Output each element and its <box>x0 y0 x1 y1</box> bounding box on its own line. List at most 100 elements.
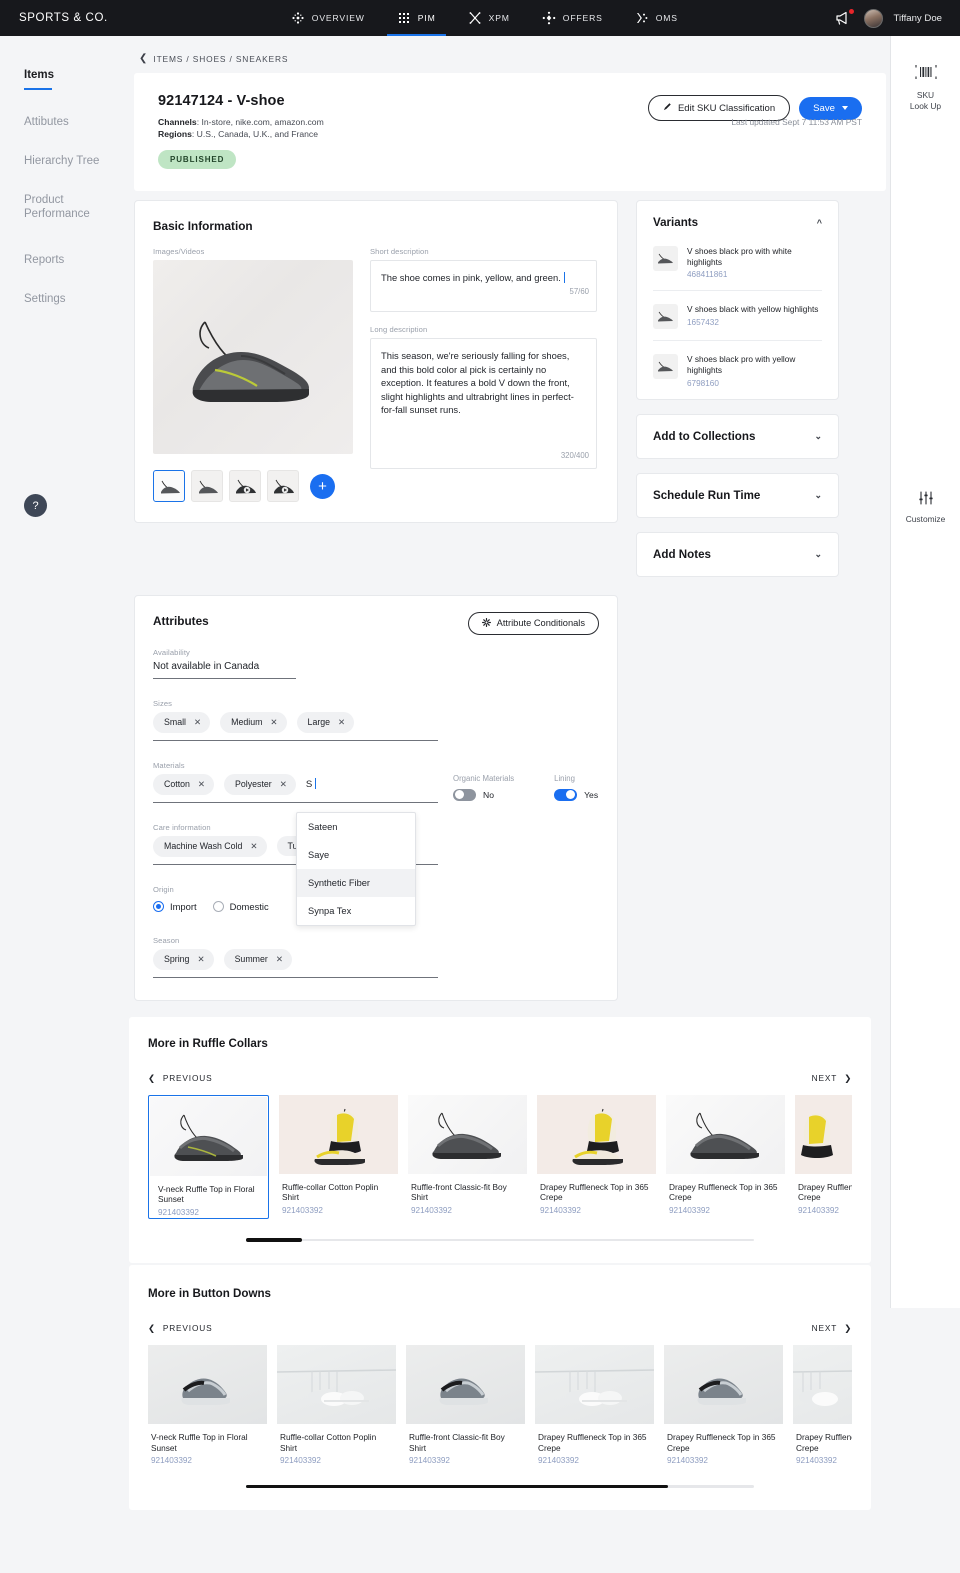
sku-lookup-button[interactable]: SKU Look Up <box>891 63 960 111</box>
sidebar-item-attributes[interactable]: Attibutes <box>0 115 130 129</box>
carousel-scrollbar[interactable] <box>246 1238 754 1242</box>
carousel-previous-button[interactable]: ❮ PREVIOUS <box>148 1073 213 1083</box>
materials-search-input[interactable]: S <box>306 778 317 790</box>
carousel-scrollbar[interactable] <box>246 1484 754 1489</box>
radio-import[interactable]: Import <box>153 900 197 912</box>
variant-row[interactable]: V shoes black with yellow highlights 165… <box>653 302 822 342</box>
chip-season[interactable]: Spring ✕ <box>153 948 214 970</box>
gear-icon <box>481 617 491 629</box>
right-utility-rail: SKU Look Up Customize <box>890 36 960 1308</box>
chevron-down-icon[interactable]: ⌄ <box>814 549 822 560</box>
sidebar-item-reports[interactable]: Reports <box>0 253 130 267</box>
chip-remove-icon[interactable]: ✕ <box>194 717 201 728</box>
thumbnail-1[interactable] <box>153 470 185 503</box>
help-button[interactable]: ? <box>24 494 47 517</box>
carousel-title: More in Ruffle Collars <box>148 1036 268 1050</box>
product-card-name: Drapey Ruffleneck Top in 365 Crepe <box>796 1432 852 1453</box>
chip-remove-icon[interactable]: ✕ <box>270 717 277 728</box>
sidebar-item-product-performance[interactable]: Product Performance <box>0 193 90 221</box>
carousel-scrollbar-thumb[interactable] <box>246 1484 668 1489</box>
product-card[interactable]: Drapey Ruffleneck Top in 365 Crepe 92140… <box>535 1345 654 1465</box>
carousel-previous-button[interactable]: ❮ PREVIOUS <box>148 1323 213 1333</box>
chip-size[interactable]: Small ✕ <box>153 711 211 733</box>
nav-tab-overview[interactable]: OVERVIEW <box>275 0 381 36</box>
availability-value[interactable]: Not available in Canada <box>153 661 597 678</box>
chip-season[interactable]: Summer ✕ <box>223 948 292 970</box>
chip-remove-icon[interactable]: ✕ <box>338 717 345 728</box>
variant-sku: 468411861 <box>687 270 728 280</box>
nav-tab-xpm[interactable]: XPM <box>452 0 526 36</box>
chevron-down-icon[interactable]: ⌄ <box>814 431 822 442</box>
add-to-collections-header[interactable]: Add to Collections ⌄ <box>637 415 838 458</box>
dropdown-option-sateen[interactable]: Sateen <box>297 813 415 841</box>
product-card[interactable]: V-neck Ruffle Top in Floral Sunset 92140… <box>148 1094 269 1219</box>
product-image <box>277 1345 396 1425</box>
schedule-run-time-panel[interactable]: Schedule Run Time ⌄ <box>636 472 839 518</box>
long-description-field[interactable]: This season, we're seriously falling for… <box>370 338 597 470</box>
nav-tab-pim[interactable]: PIM <box>381 0 452 36</box>
carousel-next-button[interactable]: NEXT ❯ <box>812 1323 852 1333</box>
chevron-up-icon[interactable]: ^ <box>817 218 822 228</box>
chip-size[interactable]: Large ✕ <box>296 711 355 733</box>
nav-tab-oms[interactable]: OMS <box>619 0 694 36</box>
product-card-name: Drapey Ruffleneck Top in 365 Crepe <box>667 1432 776 1453</box>
chip-material[interactable]: Polyester ✕ <box>224 773 296 795</box>
thumbnail-strip: + <box>153 470 353 503</box>
carousel-next-button[interactable]: NEXT ❯ <box>812 1073 852 1083</box>
chip-material[interactable]: Cotton ✕ <box>153 773 215 795</box>
customize-button[interactable]: Customize <box>891 491 960 525</box>
nav-tab-offers[interactable]: OFFERS <box>526 0 619 36</box>
product-card-sku: 921403392 <box>538 1456 579 1466</box>
dropdown-option-synthetic-fiber[interactable]: Synthetic Fiber <box>297 868 415 897</box>
thumbnail-4-video[interactable] <box>267 470 299 503</box>
sliders-icon <box>917 491 935 509</box>
add-to-collections-panel[interactable]: Add to Collections ⌄ <box>636 413 839 459</box>
product-card[interactable]: Drapey Ruffleneck Top in 365 Crepe 92140… <box>537 1094 656 1219</box>
schedule-run-time-header[interactable]: Schedule Run Time ⌄ <box>637 474 838 517</box>
add-notes-header[interactable]: Add Notes ⌄ <box>637 533 838 576</box>
radio-domestic[interactable]: Domestic <box>212 900 269 912</box>
product-card[interactable]: Drapey Ruffleneck Top in 365 Crepe 92140… <box>795 1094 852 1219</box>
chip-remove-icon[interactable]: ✕ <box>197 954 204 965</box>
variants-panel: Variants ^ V shoes black pro with white … <box>636 200 839 400</box>
avatar[interactable] <box>864 8 884 28</box>
carousel-scrollbar-thumb[interactable] <box>246 1238 302 1242</box>
sidebar-item-settings[interactable]: Settings <box>0 292 130 306</box>
dropdown-option-saye[interactable]: Saye <box>297 841 415 869</box>
product-card[interactable]: Drapey Ruffleneck Top in 365 Crepe 92140… <box>664 1345 783 1465</box>
short-description-field[interactable]: The shoe comes in pink, yellow, and gree… <box>370 260 597 313</box>
lining-toggle[interactable] <box>554 788 578 801</box>
product-card[interactable]: Ruffle-collar Cotton Poplin Shirt 921403… <box>277 1345 396 1465</box>
main-product-image[interactable] <box>153 260 353 455</box>
thumbnail-3-video[interactable] <box>229 470 261 503</box>
product-card[interactable]: Ruffle-front Classic-fit Boy Shirt 92140… <box>406 1345 525 1465</box>
thumbnail-2[interactable] <box>191 470 223 503</box>
variant-row[interactable]: V shoes black pro with yellow highlights… <box>653 352 822 391</box>
variant-row[interactable]: V shoes black pro with white highlights … <box>653 244 822 292</box>
add-media-button[interactable]: + <box>310 473 335 499</box>
chevron-left-icon[interactable]: ❮ <box>139 53 147 64</box>
organic-materials-toggle[interactable] <box>453 788 476 801</box>
brand-logo[interactable]: SPORTS & CO. <box>19 12 108 24</box>
chip-remove-icon[interactable]: ✕ <box>198 779 205 790</box>
product-card[interactable]: Ruffle-collar Cotton Poplin Shirt 921403… <box>279 1094 398 1219</box>
product-card[interactable]: V-neck Ruffle Top in Floral Sunset 92140… <box>148 1345 267 1465</box>
sidebar-item-items[interactable]: Items <box>0 68 130 82</box>
add-notes-panel[interactable]: Add Notes ⌄ <box>636 531 839 577</box>
chip-care[interactable]: Machine Wash Cold ✕ <box>153 835 267 857</box>
chip-remove-icon[interactable]: ✕ <box>276 954 283 965</box>
chip-remove-icon[interactable]: ✕ <box>250 841 257 852</box>
chevron-down-icon[interactable]: ⌄ <box>814 490 822 501</box>
chip-remove-icon[interactable]: ✕ <box>280 779 287 790</box>
megaphone-icon[interactable] <box>834 9 855 26</box>
chip-size[interactable]: Medium ✕ <box>220 711 287 733</box>
product-card[interactable]: Ruffle-front Classic-fit Boy Shirt 92140… <box>408 1094 527 1219</box>
sidebar-item-hierarchy-tree[interactable]: Hierarchy Tree <box>0 154 130 168</box>
product-card[interactable]: Drapey Ruffleneck Top in 365 Crepe 92140… <box>666 1094 785 1219</box>
variants-panel-header[interactable]: Variants ^ <box>637 201 838 244</box>
breadcrumb[interactable]: ❮ ITEMS / SHOES / SNEAKERS <box>130 36 890 64</box>
product-card[interactable]: Drapey Ruffleneck Top in 365 Crepe 92140… <box>793 1345 852 1465</box>
carousel-previous-label: PREVIOUS <box>162 1323 213 1334</box>
attribute-conditionals-button[interactable]: Attribute Conditionals <box>467 611 599 635</box>
dropdown-option-synpa-tex[interactable]: Synpa Tex <box>297 897 415 925</box>
